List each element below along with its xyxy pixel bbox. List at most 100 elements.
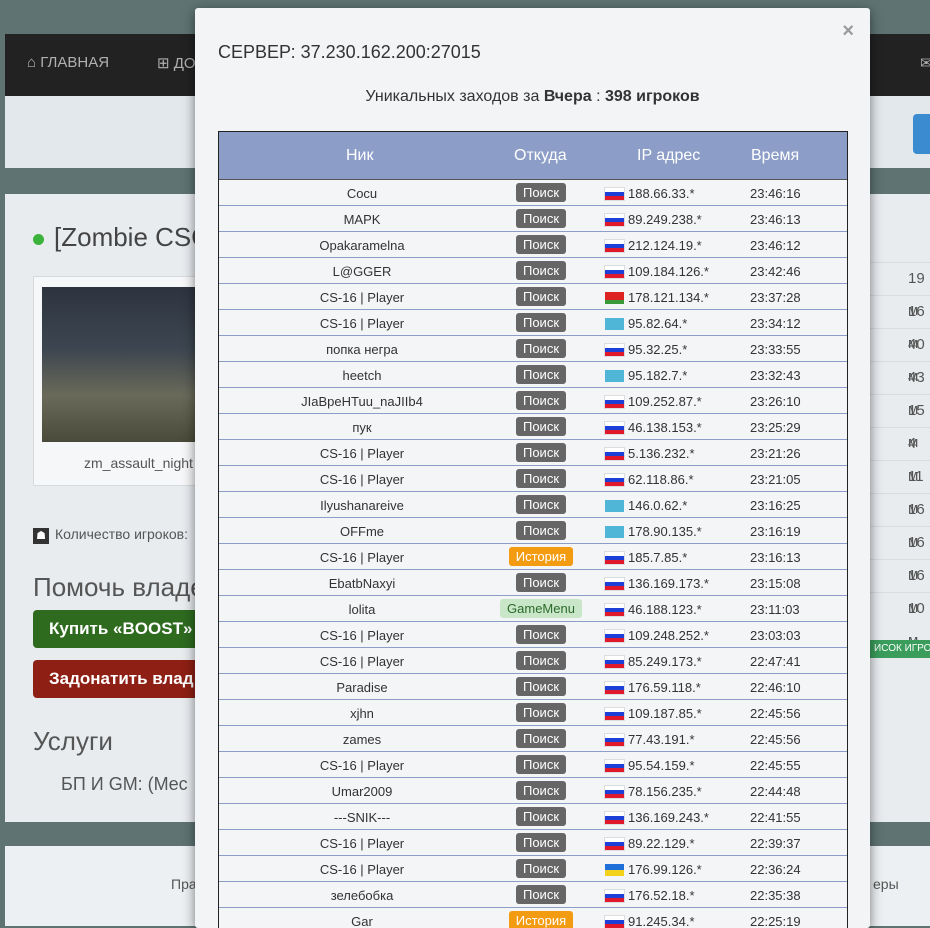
ip-address: 176.59.118.* bbox=[628, 680, 701, 695]
visitors-modal: × СЕРВЕР: 37.230.162.200:27015 Уникальны… bbox=[195, 8, 870, 928]
map-thumbnail-box: zm_assault_night bbox=[33, 276, 205, 486]
ip-address: 178.121.134.* bbox=[628, 290, 709, 305]
table-row: CS-16 | Player Поиск 85.249.173.* 22:47:41 bbox=[219, 648, 847, 674]
ip-cell: 212.124.19.* bbox=[605, 238, 702, 253]
map-name: zm_assault_night bbox=[84, 455, 193, 471]
modal-subtitle: Уникальных заходов за Вчера : 398 игроко… bbox=[365, 88, 700, 105]
source-cell: Поиск bbox=[466, 417, 616, 436]
ip-address: 95.82.64.* bbox=[628, 316, 688, 331]
source-badge: Поиск bbox=[515, 625, 567, 644]
ip-cell: 109.248.252.* bbox=[605, 628, 709, 643]
ip-address: 46.138.153.* bbox=[628, 420, 702, 435]
visit-time: 23:32:43 bbox=[750, 368, 801, 383]
source-cell: История bbox=[466, 547, 616, 566]
nav-home[interactable]: ⌂ ГЛАВНАЯ bbox=[27, 54, 109, 71]
column-header-nick: Ник bbox=[346, 147, 374, 164]
ip-cell: 77.43.191.* bbox=[605, 732, 695, 747]
source-badge: Поиск bbox=[515, 781, 567, 800]
country-flag-icon bbox=[605, 760, 624, 772]
player-list-button[interactable]: исок игрок bbox=[870, 640, 930, 658]
source-badge: Поиск bbox=[515, 339, 567, 358]
player-nick: ---SNIK--- bbox=[333, 810, 391, 825]
ip-cell: 91.245.34.* bbox=[605, 914, 695, 928]
footer-link-left[interactable]: Пра bbox=[171, 876, 197, 892]
services-title: Услуги bbox=[33, 726, 113, 756]
footer-link-right[interactable]: еры bbox=[873, 876, 899, 892]
country-flag-icon bbox=[605, 864, 624, 876]
source-cell: Поиск bbox=[466, 235, 616, 254]
player-nick: пук bbox=[352, 420, 372, 435]
ip-cell: 109.184.126.* bbox=[605, 264, 709, 279]
strip-button[interactable] bbox=[913, 114, 930, 154]
source-cell: Поиск bbox=[466, 677, 616, 696]
map-thumbnail bbox=[42, 287, 202, 442]
table-body: Cocu Поиск 188.66.33.* 23:46:16 MAPK Поиск 89.… bbox=[219, 180, 847, 928]
source-badge: Поиск bbox=[515, 755, 567, 774]
table-row: lolita GameMenu 46.188.123.* 23:11:03 bbox=[219, 596, 847, 622]
table-row: попка негра Поиск 95.32.25.* 23:33:55 bbox=[219, 336, 847, 362]
visit-time: 23:03:03 bbox=[750, 628, 801, 643]
table-row: пук Поиск 46.138.153.* 23:25:29 bbox=[219, 414, 847, 440]
country-flag-icon bbox=[605, 422, 624, 434]
players-count-row: ☗ Количество игроков: bbox=[33, 526, 188, 544]
period-label: Вчера bbox=[543, 88, 592, 105]
player-nick: heetch bbox=[342, 368, 382, 383]
source-cell: Поиск bbox=[466, 755, 616, 774]
source-cell: Поиск bbox=[466, 807, 616, 826]
player-nick: L@GGER bbox=[332, 264, 392, 279]
mail-icon[interactable]: ✉ bbox=[920, 54, 930, 72]
table-row: ---SNIK--- Поиск 136.169.243.* 22:41:55 bbox=[219, 804, 847, 830]
ip-address: 178.90.135.* bbox=[628, 524, 702, 539]
table-row: CS-16 | Player Поиск 95.82.64.* 23:34:12 bbox=[219, 310, 847, 336]
ip-address: 109.184.126.* bbox=[628, 264, 709, 279]
source-badge: Поиск bbox=[515, 365, 567, 384]
nav-add[interactable]: ⊞ ДО bbox=[157, 54, 196, 72]
player-icon: ☗ bbox=[33, 528, 49, 544]
country-flag-icon bbox=[605, 448, 624, 460]
ip-cell: 188.66.33.* bbox=[605, 186, 695, 201]
column-header-ip: IP адрес bbox=[637, 147, 701, 164]
ip-address: 188.66.33.* bbox=[628, 186, 695, 201]
country-flag-icon bbox=[605, 526, 624, 538]
ip-address: 109.252.87.* bbox=[628, 394, 702, 409]
ip-cell: 95.32.25.* bbox=[605, 342, 687, 357]
visit-time: 22:35:38 bbox=[750, 888, 801, 903]
source-badge: Поиск bbox=[515, 183, 567, 202]
ip-cell: 89.22.129.* bbox=[605, 836, 695, 851]
country-flag-icon bbox=[605, 474, 624, 486]
ip-cell: 185.7.85.* bbox=[605, 550, 687, 565]
ip-address: 89.22.129.* bbox=[628, 836, 695, 851]
country-flag-icon bbox=[605, 838, 624, 850]
source-badge: Поиск bbox=[515, 651, 567, 670]
table-row: CS-16 | Player Поиск 109.248.252.* 23:03:03 bbox=[219, 622, 847, 648]
source-badge: Поиск bbox=[515, 833, 567, 852]
source-badge: Поиск bbox=[515, 209, 567, 228]
source-cell: Поиск bbox=[466, 625, 616, 644]
ip-cell: 95.182.7.* bbox=[605, 368, 687, 383]
source-cell: Поиск bbox=[466, 339, 616, 358]
source-badge: Поиск bbox=[515, 261, 567, 280]
table-row: Umar2009 Поиск 78.156.235.* 22:44:48 bbox=[219, 778, 847, 804]
ip-address: 95.182.7.* bbox=[628, 368, 688, 383]
player-nick: CS-16 | Player bbox=[319, 290, 405, 305]
right-column-item: 40 м bbox=[870, 328, 930, 385]
ip-cell: 85.249.173.* bbox=[605, 654, 702, 669]
ip-cell: 176.52.18.* bbox=[605, 888, 695, 903]
player-nick: CS-16 | Player bbox=[319, 758, 405, 773]
ip-address: 109.248.252.* bbox=[628, 628, 709, 643]
ip-address: 212.124.19.* bbox=[628, 238, 702, 253]
source-cell: Поиск bbox=[466, 183, 616, 202]
ip-address: 95.54.159.* bbox=[628, 758, 695, 773]
right-column-item: 16 м bbox=[870, 493, 930, 550]
country-flag-icon bbox=[605, 656, 624, 668]
online-status-dot bbox=[33, 233, 44, 245]
country-flag-icon bbox=[605, 188, 624, 200]
visit-time: 23:42:46 bbox=[750, 264, 801, 279]
ip-cell: 136.169.173.* bbox=[605, 576, 709, 591]
table-row: MAPK Поиск 89.249.238.* 23:46:13 bbox=[219, 206, 847, 232]
modal-title: СЕРВЕР: 37.230.162.200:27015 bbox=[218, 42, 481, 62]
ip-address: 95.32.25.* bbox=[628, 342, 688, 357]
visitors-table: Ник Откуда IP адрес Время Cocu Поиск 188.6… bbox=[218, 131, 848, 928]
source-badge: Поиск bbox=[515, 859, 567, 878]
close-icon[interactable]: × bbox=[842, 20, 854, 43]
